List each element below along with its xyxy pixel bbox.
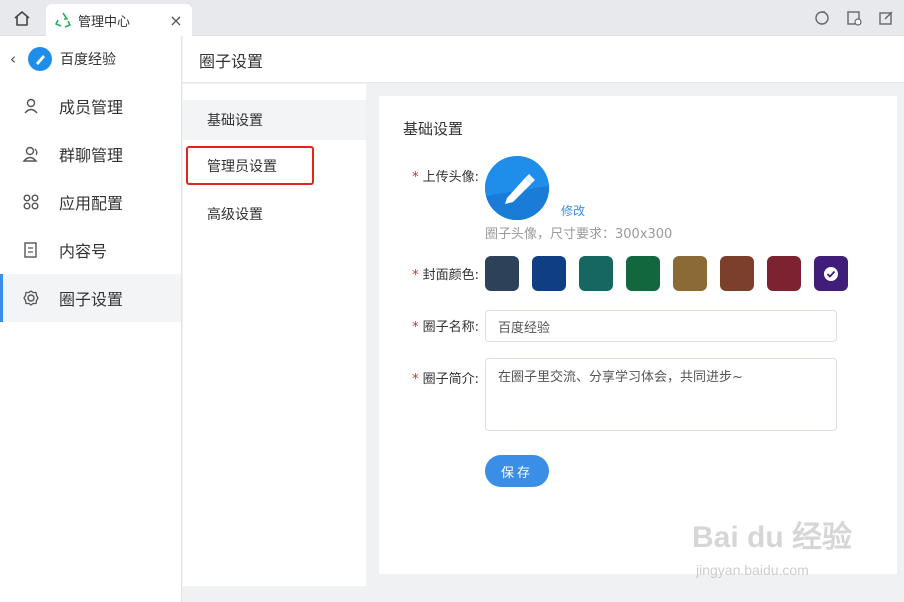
gear-icon: [22, 289, 40, 307]
app-name: 百度经验: [60, 52, 116, 68]
color-swatch[interactable]: [673, 256, 707, 291]
modify-avatar-link[interactable]: 修改: [561, 202, 585, 219]
refresh-icon[interactable]: [812, 8, 832, 28]
avatar-label-text: 上传头像:: [422, 170, 479, 185]
sidebar-item-label: 内容号: [59, 242, 108, 261]
sidebar-item-apps[interactable]: 应用配置: [0, 178, 181, 226]
page-title: 圈子设置: [199, 52, 264, 71]
page-header: 圈子设置: [183, 36, 904, 83]
tab-bar: 管理中心 ×: [0, 0, 904, 36]
close-icon[interactable]: ×: [168, 11, 184, 30]
sidebar: ‹ 百度经验 成员管理 群聊管理 应用配置 内容号 圈子设置: [0, 36, 182, 602]
subnav-advanced-settings[interactable]: 高级设置: [183, 194, 366, 234]
watermark-url: jingyan.baidu.com: [696, 562, 809, 578]
intro-label-text: 圈子简介:: [422, 372, 479, 387]
content-icon: [22, 241, 40, 259]
group-chat-icon: [22, 145, 40, 163]
required-mark: *: [412, 170, 419, 185]
watermark-logo: Bai du 经验: [692, 521, 853, 554]
sidebar-item-label: 群聊管理: [59, 146, 124, 165]
sidebar-item-members[interactable]: 成员管理: [0, 82, 181, 130]
save-button[interactable]: 保存: [485, 455, 549, 487]
name-label-text: 圈子名称:: [422, 320, 479, 335]
avatar-hint: 圈子头像，尺寸要求：300x300: [485, 227, 673, 242]
color-label: * 封面颜色:: [379, 264, 479, 283]
recycle-icon: [54, 11, 72, 29]
sidebar-item-label: 圈子设置: [59, 290, 124, 309]
note-icon[interactable]: [844, 8, 864, 28]
sidebar-item-label: 成员管理: [59, 98, 124, 117]
tab-management-center[interactable]: 管理中心 ×: [46, 4, 192, 36]
color-swatch[interactable]: [485, 256, 519, 291]
edit-icon[interactable]: [876, 8, 896, 28]
color-label-text: 封面颜色:: [422, 268, 479, 283]
app-logo: [28, 47, 52, 71]
member-icon: [22, 97, 40, 115]
settings-subnav: 基础设置 管理员设置 高级设置: [183, 84, 366, 586]
pen-icon: [36, 55, 45, 65]
required-mark: *: [412, 268, 419, 283]
sidebar-item-circle-settings[interactable]: 圈子设置: [0, 274, 181, 322]
intro-label: * 圈子简介:: [379, 368, 479, 387]
color-swatch[interactable]: [767, 256, 801, 291]
required-mark: *: [412, 320, 419, 335]
basic-settings-panel: 基础设置 * 上传头像: 修改 圈子头像，尺寸要求：300x300 * 封面颜色: …: [379, 96, 897, 574]
circle-intro-textarea[interactable]: 在圈子里交流、分享学习体会，共同进步~: [485, 358, 837, 431]
check-icon: [824, 266, 838, 281]
sidebar-item-content[interactable]: 内容号: [0, 226, 181, 274]
subnav-label: 高级设置: [207, 207, 263, 223]
tab-title: 管理中心: [78, 14, 131, 30]
baidu-jingyan-watermark: Bai du 经验 jingyan.baidu.com: [692, 512, 862, 582]
color-swatch[interactable]: [532, 256, 566, 291]
subnav-basic-settings[interactable]: 基础设置: [183, 100, 366, 140]
color-swatch[interactable]: [814, 256, 848, 291]
sidebar-item-group-chat[interactable]: 群聊管理: [0, 130, 181, 178]
name-label: * 圈子名称:: [379, 316, 479, 335]
circle-name-input[interactable]: 百度经验: [485, 310, 837, 342]
highlight-box: [186, 146, 314, 185]
home-button[interactable]: [10, 7, 34, 29]
color-swatch[interactable]: [720, 256, 754, 291]
required-mark: *: [412, 372, 419, 387]
avatar[interactable]: [485, 156, 549, 220]
sidebar-item-label: 应用配置: [59, 194, 124, 213]
color-swatches: [485, 256, 848, 291]
home-icon: [14, 10, 30, 26]
pen-icon: [485, 156, 549, 220]
back-icon[interactable]: ‹: [10, 50, 24, 68]
subnav-label: 基础设置: [207, 113, 263, 129]
color-swatch[interactable]: [626, 256, 660, 291]
panel-title: 基础设置: [403, 120, 464, 138]
color-swatch[interactable]: [579, 256, 613, 291]
sidebar-header: ‹ 百度经验: [0, 36, 181, 82]
avatar-label: * 上传头像:: [379, 166, 479, 185]
apps-icon: [22, 193, 40, 211]
